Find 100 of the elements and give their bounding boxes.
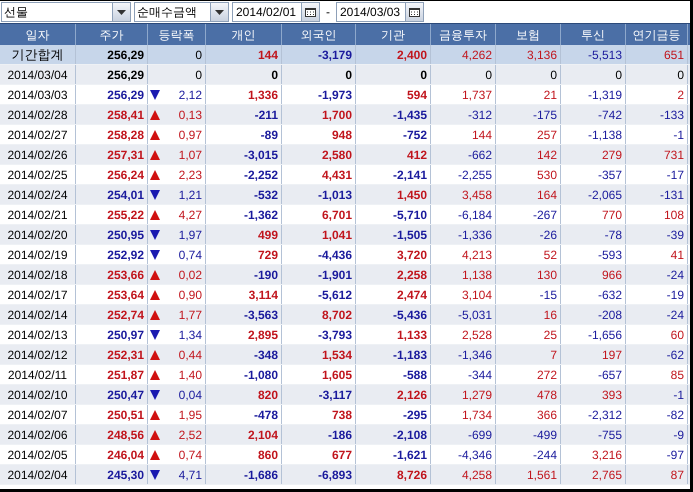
calendar-button[interactable] [405,3,423,21]
dropdown-button[interactable] [210,3,228,21]
data-row[interactable]: 2014/02/05 246,04 0,74 860 677 -1,621 -4,346 -244 3,216 -97 [0,445,690,465]
data-row[interactable]: 2014/02/13 250,97 1,34 2,895 -3,793 1,133 2,528 25 -1,656 60 [0,325,690,345]
value-cell: -2,255 [431,165,496,184]
value-cell: -1,621 [356,445,431,464]
value-cell: -1,901 [282,265,356,284]
price-cell: 245,30 [76,465,148,484]
price-cell: 253,66 [76,265,148,284]
value-cell: -1,973 [282,85,356,104]
value-cell: -4,436 [282,245,356,264]
value-cell: -1,505 [356,225,431,244]
data-row[interactable]: 2014/02/18 253,66 0,02 -190 -1,901 2,258 1,138 130 966 -24 [0,265,690,285]
value-cell: -9 [626,425,688,444]
data-row[interactable]: 2014/02/21 255,22 4,27 -1,362 6,701 -5,710 -6,184 -267 770 108 [0,205,690,225]
value-cell: -78 [561,225,626,244]
end-date-field[interactable]: 2014/03/03 [336,2,424,22]
price-cell: 252,92 [76,245,148,264]
value-cell: -348 [206,345,282,364]
data-row[interactable]: 2014/02/25 256,24 2,23 -2,252 4,431 -2,141 -2,255 530 -357 -17 [0,165,690,185]
start-date-field[interactable]: 2014/02/01 [232,2,320,22]
data-row[interactable]: 2014/02/06 248,56 2,52 2,104 -186 -2,108 -699 -499 -755 -9 [0,425,690,445]
calendar-button[interactable] [301,3,319,21]
value-cell: -1,686 [206,465,282,484]
value-cell: 7 [496,345,561,364]
date-cell: 2014/02/04 [0,465,76,484]
data-row[interactable]: 2014/02/11 251,87 1,40 -1,080 1,605 -588 -344 272 -657 85 [0,365,690,385]
value-cell: 41 [626,245,688,264]
change-cell-text: 1,34 [178,326,202,344]
change-cell-text: 1,77 [178,306,202,324]
value-cell: 2,895 [206,325,282,344]
date-cell: 2014/03/04 [0,65,76,84]
value-cell: -357 [561,165,626,184]
value-cell: -1,346 [431,345,496,364]
data-row[interactable]: 2014/02/12 252,31 0,44 -348 1,534 -1,183 -1,346 7 197 -62 [0,345,690,365]
date-cell: 2014/02/06 [0,425,76,444]
change-cell-text: 0,74 [178,446,202,464]
date-cell: 2014/02/11 [0,365,76,384]
value-cell: 3,136 [496,45,561,64]
change-cell-text: 4,27 [178,206,202,224]
change-cell-text: 2,52 [178,426,202,444]
value-cell: 738 [282,405,356,424]
data-row[interactable]: 2014/02/24 254,01 1,21 -532 -1,013 1,450 3,458 164 -2,065 -131 [0,185,690,205]
value-cell: -24 [626,305,688,324]
dropdown-button[interactable] [112,3,130,21]
data-row[interactable]: 2014/02/27 258,28 0,97 -89 948 -752 144 257 -1,138 -1 [0,125,690,145]
value-cell: 0 [206,65,282,84]
data-row[interactable]: 2014/02/14 252,74 1,77 -3,563 8,702 -5,436 -5,031 16 -208 -24 [0,305,690,325]
data-row[interactable]: 2014/02/19 252,92 0,74 729 -4,436 3,720 4,213 52 -593 41 [0,245,690,265]
summary-row[interactable]: 기간합계 256,29 0 144 -3,179 2,400 4,262 3,136 -5,513 651 [0,45,690,65]
value-cell: 279 [561,145,626,164]
data-row[interactable]: 2014/02/07 250,51 1,95 -478 738 -295 1,734 366 -2,312 -82 [0,405,690,425]
value-cell: -632 [561,285,626,304]
data-row[interactable]: 2014/02/10 250,47 0,04 820 -3,117 2,126 1,279 478 393 -1 [0,385,690,405]
change-cell-text: 1,97 [178,226,202,244]
date-cell: 2014/02/21 [0,205,76,224]
value-cell: 2,474 [356,285,431,304]
value-cell: -5,612 [282,285,356,304]
value-cell: -1,336 [431,225,496,244]
price-cell: 256,29 [76,65,148,84]
value-cell: -1 [626,385,688,404]
value-cell: 948 [282,125,356,144]
value-cell: -89 [206,125,282,144]
value-cell: -97 [626,445,688,464]
data-row[interactable]: 2014/02/28 258,41 0,13 -211 1,700 -1,435 -312 -175 -742 -133 [0,105,690,125]
value-cell: -295 [356,405,431,424]
measure-dropdown[interactable]: 순매수금액 [134,2,229,22]
value-cell: -2,141 [356,165,431,184]
value-cell: 144 [431,125,496,144]
value-cell: -662 [431,145,496,164]
value-cell: 530 [496,165,561,184]
price-cell: 250,51 [76,405,148,424]
value-cell: 393 [561,385,626,404]
price-cell: 255,22 [76,205,148,224]
price-cell: 251,87 [76,365,148,384]
price-cell: 257,31 [76,145,148,164]
value-cell: -208 [561,305,626,324]
data-row[interactable]: 2014/02/20 250,95 1,97 499 1,041 -1,505 -1,336 -26 -78 -39 [0,225,690,245]
change-cell-text: 1,95 [178,406,202,424]
price-cell: 246,04 [76,445,148,464]
data-row[interactable]: 2014/02/17 253,64 0,90 3,114 -5,612 2,474 3,104 -15 -632 -19 [0,285,690,305]
value-cell: 1,561 [496,465,561,484]
market-dropdown[interactable]: 선물 [1,2,131,22]
price-cell: 250,95 [76,225,148,244]
value-cell: 1,279 [431,385,496,404]
date-cell: 2014/02/27 [0,125,76,144]
data-row[interactable]: 2014/03/04 256,29 0 0 0 0 0 0 0 0 [0,65,690,85]
value-cell: -699 [431,425,496,444]
value-cell: -6,184 [431,205,496,224]
value-cell: 2,126 [356,385,431,404]
value-cell: 3,458 [431,185,496,204]
value-cell: -5,710 [356,205,431,224]
value-cell: 729 [206,245,282,264]
data-row[interactable]: 2014/02/04 245,30 4,71 -1,686 -6,893 8,726 4,258 1,561 2,765 87 [0,465,690,485]
value-cell: 8,726 [356,465,431,484]
data-row[interactable]: 2014/03/03 256,29 2,12 1,336 -1,973 594 1,737 21 -1,319 2 [0,85,690,105]
value-cell: 3,104 [431,285,496,304]
value-cell: 651 [626,45,688,64]
data-row[interactable]: 2014/02/26 257,31 1,07 -3,015 2,580 412 -662 142 279 731 [0,145,690,165]
date-cell: 2014/02/26 [0,145,76,164]
